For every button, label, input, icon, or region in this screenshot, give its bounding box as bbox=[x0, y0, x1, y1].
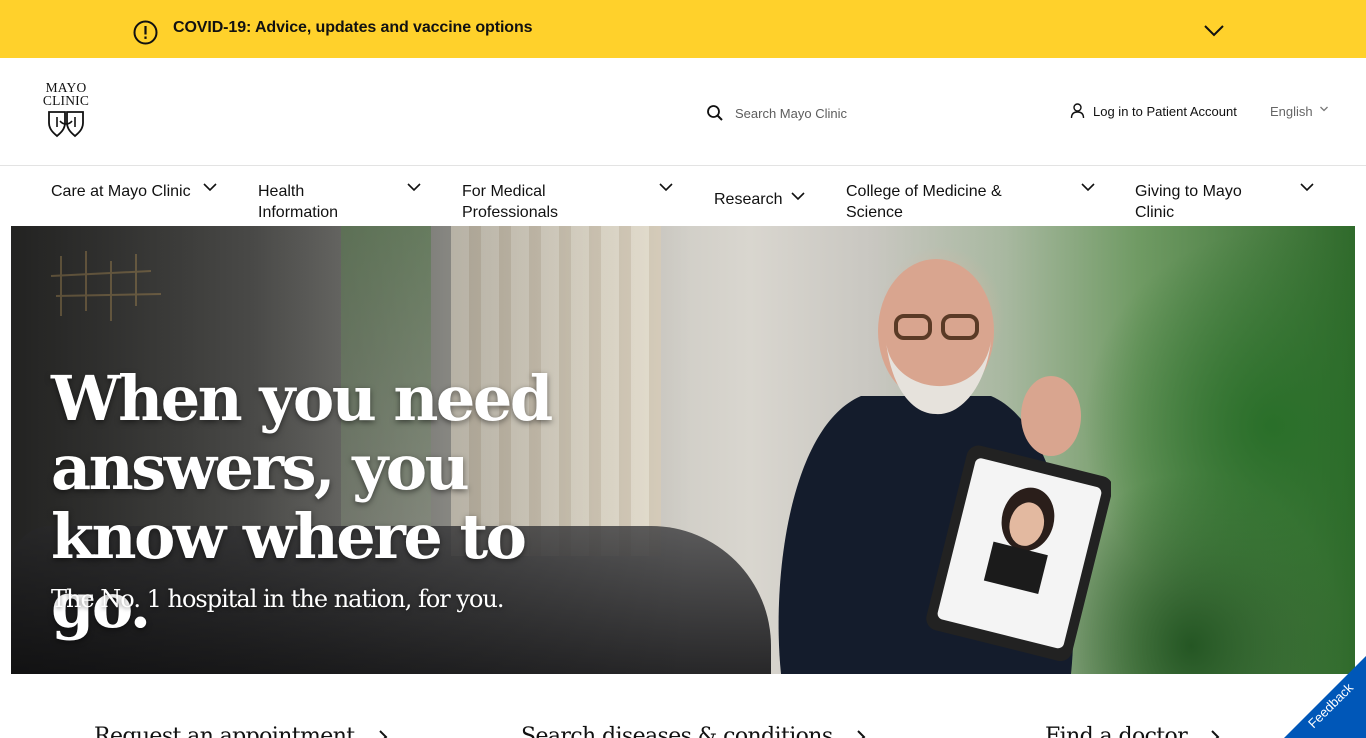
search-input[interactable] bbox=[735, 102, 905, 124]
covid-banner-text[interactable]: COVID-19: Advice, updates and vaccine op… bbox=[173, 19, 533, 37]
nav-item-label[interactable]: Care at Mayo Clinic bbox=[51, 181, 191, 202]
login-label[interactable]: Log in to Patient Account bbox=[1093, 104, 1237, 119]
quick-link-label[interactable]: Search diseases & conditions bbox=[521, 724, 833, 738]
nav-item-giving[interactable]: Giving to Mayo Clinic bbox=[1135, 181, 1265, 223]
chevron-down-icon[interactable] bbox=[790, 190, 806, 202]
request-appointment-link[interactable]: Request an appointment bbox=[94, 724, 389, 738]
nav-item-research[interactable]: Research bbox=[714, 189, 794, 210]
chevron-right-icon bbox=[856, 729, 865, 738]
find-doctor-link[interactable]: Find a doctor bbox=[1045, 724, 1221, 738]
hero-subheadline: The No. 1 hospital in the nation, for yo… bbox=[51, 585, 504, 613]
main-nav: Care at Mayo Clinic Health Information F… bbox=[0, 166, 1366, 226]
quick-links: Request an appointment Search diseases &… bbox=[0, 674, 1366, 738]
nav-item-label[interactable]: Giving to Mayo Clinic bbox=[1135, 181, 1265, 223]
nav-item-health-information[interactable]: Health Information bbox=[258, 181, 378, 223]
chevron-down-icon[interactable] bbox=[1299, 181, 1315, 193]
nav-item-care[interactable]: Care at Mayo Clinic bbox=[51, 181, 191, 202]
search-diseases-link[interactable]: Search diseases & conditions bbox=[521, 724, 867, 738]
hero-banner: When you need answers, you know where to… bbox=[11, 226, 1355, 674]
nav-item-label[interactable]: For Medical Professionals bbox=[462, 181, 592, 223]
feedback-tab[interactable]: Feedback bbox=[1284, 656, 1366, 738]
chevron-down-icon bbox=[1319, 106, 1328, 112]
alert-circle-icon bbox=[133, 20, 158, 45]
mayo-clinic-logo[interactable]: MAYO CLINIC bbox=[38, 80, 94, 140]
search-bar[interactable] bbox=[706, 102, 906, 126]
language-label[interactable]: English bbox=[1270, 104, 1313, 119]
search-icon[interactable] bbox=[706, 104, 724, 122]
logo-shield-icon bbox=[48, 111, 84, 138]
chevron-down-icon[interactable] bbox=[1080, 181, 1096, 193]
nav-item-college[interactable]: College of Medicine & Science bbox=[846, 181, 1036, 223]
login-link[interactable]: Log in to Patient Account bbox=[1070, 101, 1237, 121]
language-selector[interactable]: English bbox=[1270, 102, 1329, 120]
chevron-down-icon[interactable] bbox=[202, 181, 218, 193]
nav-item-medical-professionals[interactable]: For Medical Professionals bbox=[462, 181, 592, 223]
user-icon bbox=[1070, 103, 1085, 119]
hero-person-illustration bbox=[778, 259, 1111, 674]
chevron-down-icon[interactable] bbox=[1202, 22, 1226, 40]
chevron-down-icon[interactable] bbox=[406, 181, 422, 193]
chevron-down-icon[interactable] bbox=[658, 181, 674, 193]
feedback-tab-background bbox=[1284, 656, 1366, 738]
quick-link-label[interactable]: Request an appointment bbox=[94, 724, 355, 738]
quick-link-label[interactable]: Find a doctor bbox=[1045, 724, 1188, 738]
logo-text-line2: CLINIC bbox=[42, 93, 90, 108]
chevron-right-icon bbox=[378, 729, 387, 738]
covid-banner[interactable]: COVID-19: Advice, updates and vaccine op… bbox=[0, 0, 1366, 58]
chevron-right-icon bbox=[1211, 729, 1220, 738]
nav-item-label[interactable]: College of Medicine & Science bbox=[846, 181, 1036, 223]
site-header: MAYO CLINIC Log in to Patient Account En… bbox=[0, 58, 1366, 166]
nav-item-label[interactable]: Research bbox=[714, 189, 794, 210]
nav-item-label[interactable]: Health Information bbox=[258, 181, 378, 223]
